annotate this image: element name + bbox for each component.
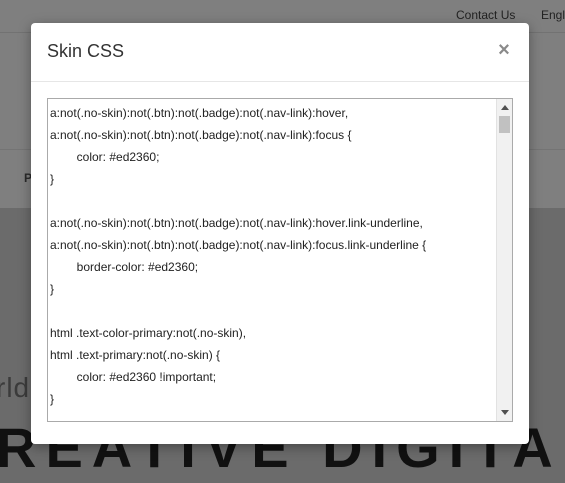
css-textarea[interactable]: a:not(.no-skin):not(.btn):not(.badge):no… — [47, 98, 513, 422]
textarea-scrollbar[interactable] — [496, 99, 512, 421]
close-icon[interactable]: × — [495, 39, 513, 61]
modal-header: Skin CSS × — [31, 23, 529, 82]
scrollbar-thumb[interactable] — [499, 116, 510, 133]
contact-us-link[interactable]: Contact Us — [456, 8, 515, 22]
chevron-down-icon[interactable] — [501, 410, 509, 415]
modal-title: Skin CSS — [47, 41, 125, 61]
css-code: a:not(.no-skin):not(.btn):not(.badge):no… — [50, 106, 427, 406]
chevron-up-icon[interactable] — [501, 105, 509, 110]
hero-subtitle: rld — [0, 372, 31, 403]
skin-css-modal: Skin CSS × a:not(.no-skin):not(.btn):not… — [31, 23, 529, 444]
language-link[interactable]: Engli — [541, 8, 565, 22]
page: Contact Us Engli P rld REATIVE DIGITA Sk… — [0, 0, 565, 483]
